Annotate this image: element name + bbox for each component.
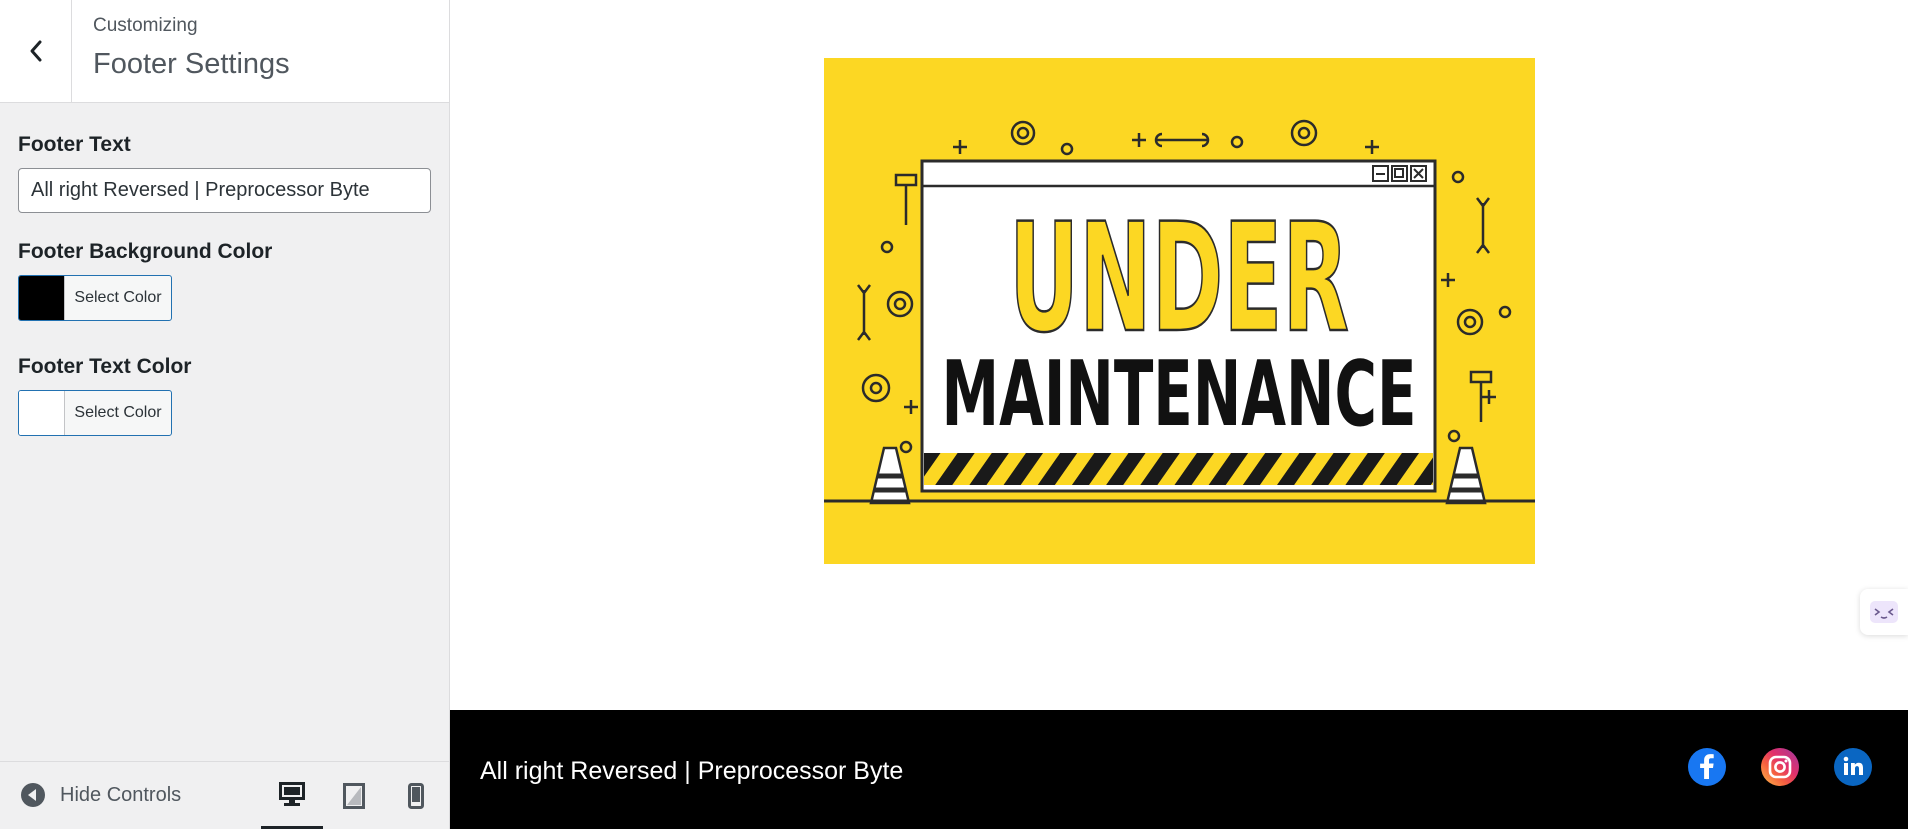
preview-tablet-button[interactable] [323, 762, 385, 829]
facebook-icon[interactable] [1688, 748, 1726, 786]
footer-text-label: Footer Text [18, 133, 131, 156]
footer-bg-color-label: Footer Background Color [18, 240, 273, 263]
instagram-icon[interactable] [1761, 748, 1799, 786]
site-footer: All right Reversed | Preprocessor Byte [450, 710, 1908, 829]
linkedin-icon[interactable] [1834, 748, 1872, 786]
desktop-icon [279, 782, 305, 806]
bg-color-button-label: Select Color [74, 289, 162, 306]
collapse-arrow-icon [21, 783, 45, 807]
preview-helper-tab[interactable] [1860, 589, 1908, 635]
under-maintenance-banner: UNDER MAINTENANCE [824, 58, 1535, 564]
bg-color-swatch [19, 276, 65, 320]
page-title: Footer Settings [93, 48, 290, 80]
text-color-swatch [19, 391, 65, 435]
footer-text: All right Reversed | Preprocessor Byte [480, 757, 904, 785]
preview-desktop-button[interactable] [261, 762, 323, 829]
banner-line2: MAINTENANCE [942, 342, 1417, 447]
mobile-icon [408, 783, 424, 809]
footer-text-color-button[interactable]: Select Color [18, 390, 172, 436]
text-color-button-label: Select Color [74, 404, 162, 421]
chevron-left-icon [30, 40, 41, 62]
customizer-header: Customizing Footer Settings [0, 0, 449, 103]
footer-text-input[interactable] [18, 168, 431, 213]
tablet-icon [343, 783, 365, 809]
back-button[interactable] [0, 0, 72, 102]
hide-controls-button[interactable]: Hide Controls [20, 782, 181, 808]
header-subtitle: Customizing [93, 15, 198, 36]
customizer-sidebar: Customizing Footer Settings Footer Text … [0, 0, 450, 829]
site-preview: UNDER MAINTENANCE All right Reversed | P… [450, 0, 1908, 829]
customizer-footer: Hide Controls [0, 761, 449, 829]
footer-text-color-label: Footer Text Color [18, 355, 192, 378]
hide-controls-label: Hide Controls [60, 783, 182, 806]
footer-bg-color-button[interactable]: Select Color [18, 275, 172, 321]
face-icon [1870, 601, 1898, 623]
banner-line1: UNDER [1009, 192, 1349, 366]
preview-mobile-button[interactable] [385, 762, 447, 829]
